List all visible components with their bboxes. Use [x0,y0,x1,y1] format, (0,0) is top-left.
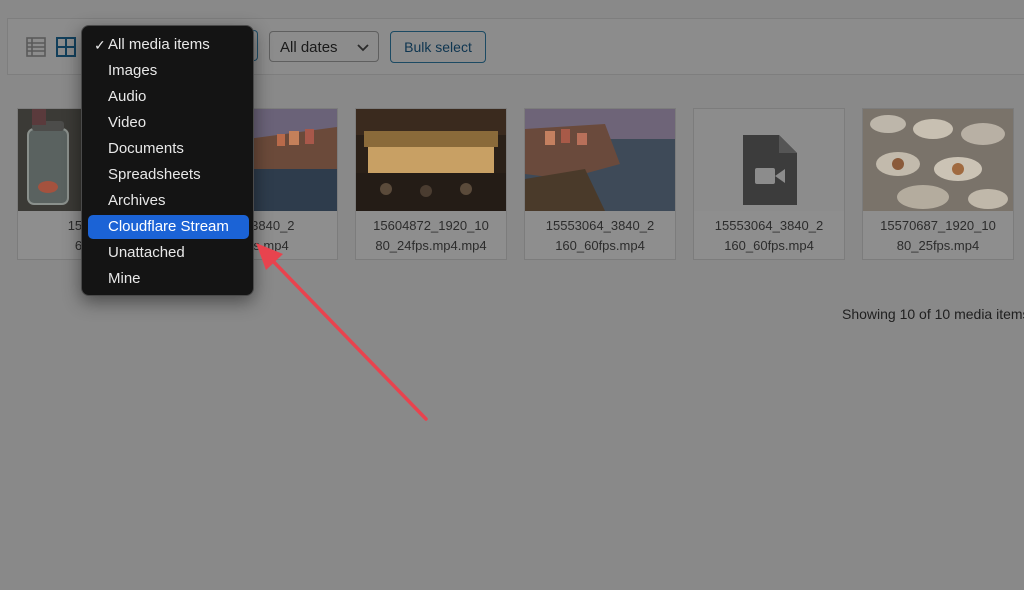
menu-item-all-media[interactable]: ✓ All media items [88,33,249,57]
media-tile[interactable]: 15553064_3840_2 160_60fps.mp4 [524,108,676,260]
chevron-down-icon [356,40,370,54]
menu-item-documents[interactable]: Documents [88,137,249,161]
list-view-icon[interactable] [26,37,46,57]
media-tile[interactable]: 15553064_3840_2 160_60fps.mp4 [693,108,845,260]
media-caption: 15553064_3840_2 160_60fps.mp4 [694,211,844,259]
menu-item-unattached[interactable]: Unattached [88,241,249,265]
media-tile[interactable]: 15604872_1920_10 80_24fps.mp4.mp4 [355,108,507,260]
bulk-select-button[interactable]: Bulk select [390,31,486,63]
caption-line: 15604872_1920_10 [373,218,489,233]
carousel-thumbnail [356,109,506,211]
media-caption: 15604872_1920_10 80_24fps.mp4.mp4 [356,211,506,259]
menu-item-audio[interactable]: Audio [88,85,249,109]
caption-line: 160_60fps.mp4 [555,238,645,253]
video-placeholder [694,109,844,211]
video-file-icon [743,135,797,210]
menu-item-cloudflare-stream[interactable]: Cloudflare Stream [88,215,249,239]
media-tile[interactable]: 15570687_1920_10 80_25fps.mp4 [862,108,1014,260]
caption-line: 15570687_1920_10 [880,218,996,233]
media-type-dropdown: ✓ All media items Images Audio Video Doc… [81,25,254,296]
menu-item-spreadsheets[interactable]: Spreadsheets [88,163,249,187]
caption-line: 160_60fps.mp4 [724,238,814,253]
menu-item-mine[interactable]: Mine [88,267,249,291]
checkmark-icon: ✓ [94,37,106,53]
grid-view-icon[interactable] [56,37,76,57]
media-count-status: Showing 10 of 10 media items [842,306,1024,322]
menu-item-label: All media items [108,36,210,53]
date-filter-select[interactable]: All dates [269,31,379,62]
caption-line: 15553064_3840_2 [714,218,824,233]
food-table-thumbnail [863,109,1013,211]
coastal-village-thumbnail [525,109,675,211]
media-caption: 15570687_1920_10 80_25fps.mp4 [863,211,1013,259]
date-filter-label: All dates [280,39,338,56]
media-caption: 15553064_3840_2 160_60fps.mp4 [525,211,675,259]
menu-item-video[interactable]: Video [88,111,249,135]
caption-line: 80_25fps.mp4 [896,238,980,253]
menu-item-archives[interactable]: Archives [88,189,249,213]
menu-item-images[interactable]: Images [88,59,249,83]
caption-line: 80_24fps.mp4.mp4 [375,238,487,253]
caption-line: 15553064_3840_2 [545,218,655,233]
